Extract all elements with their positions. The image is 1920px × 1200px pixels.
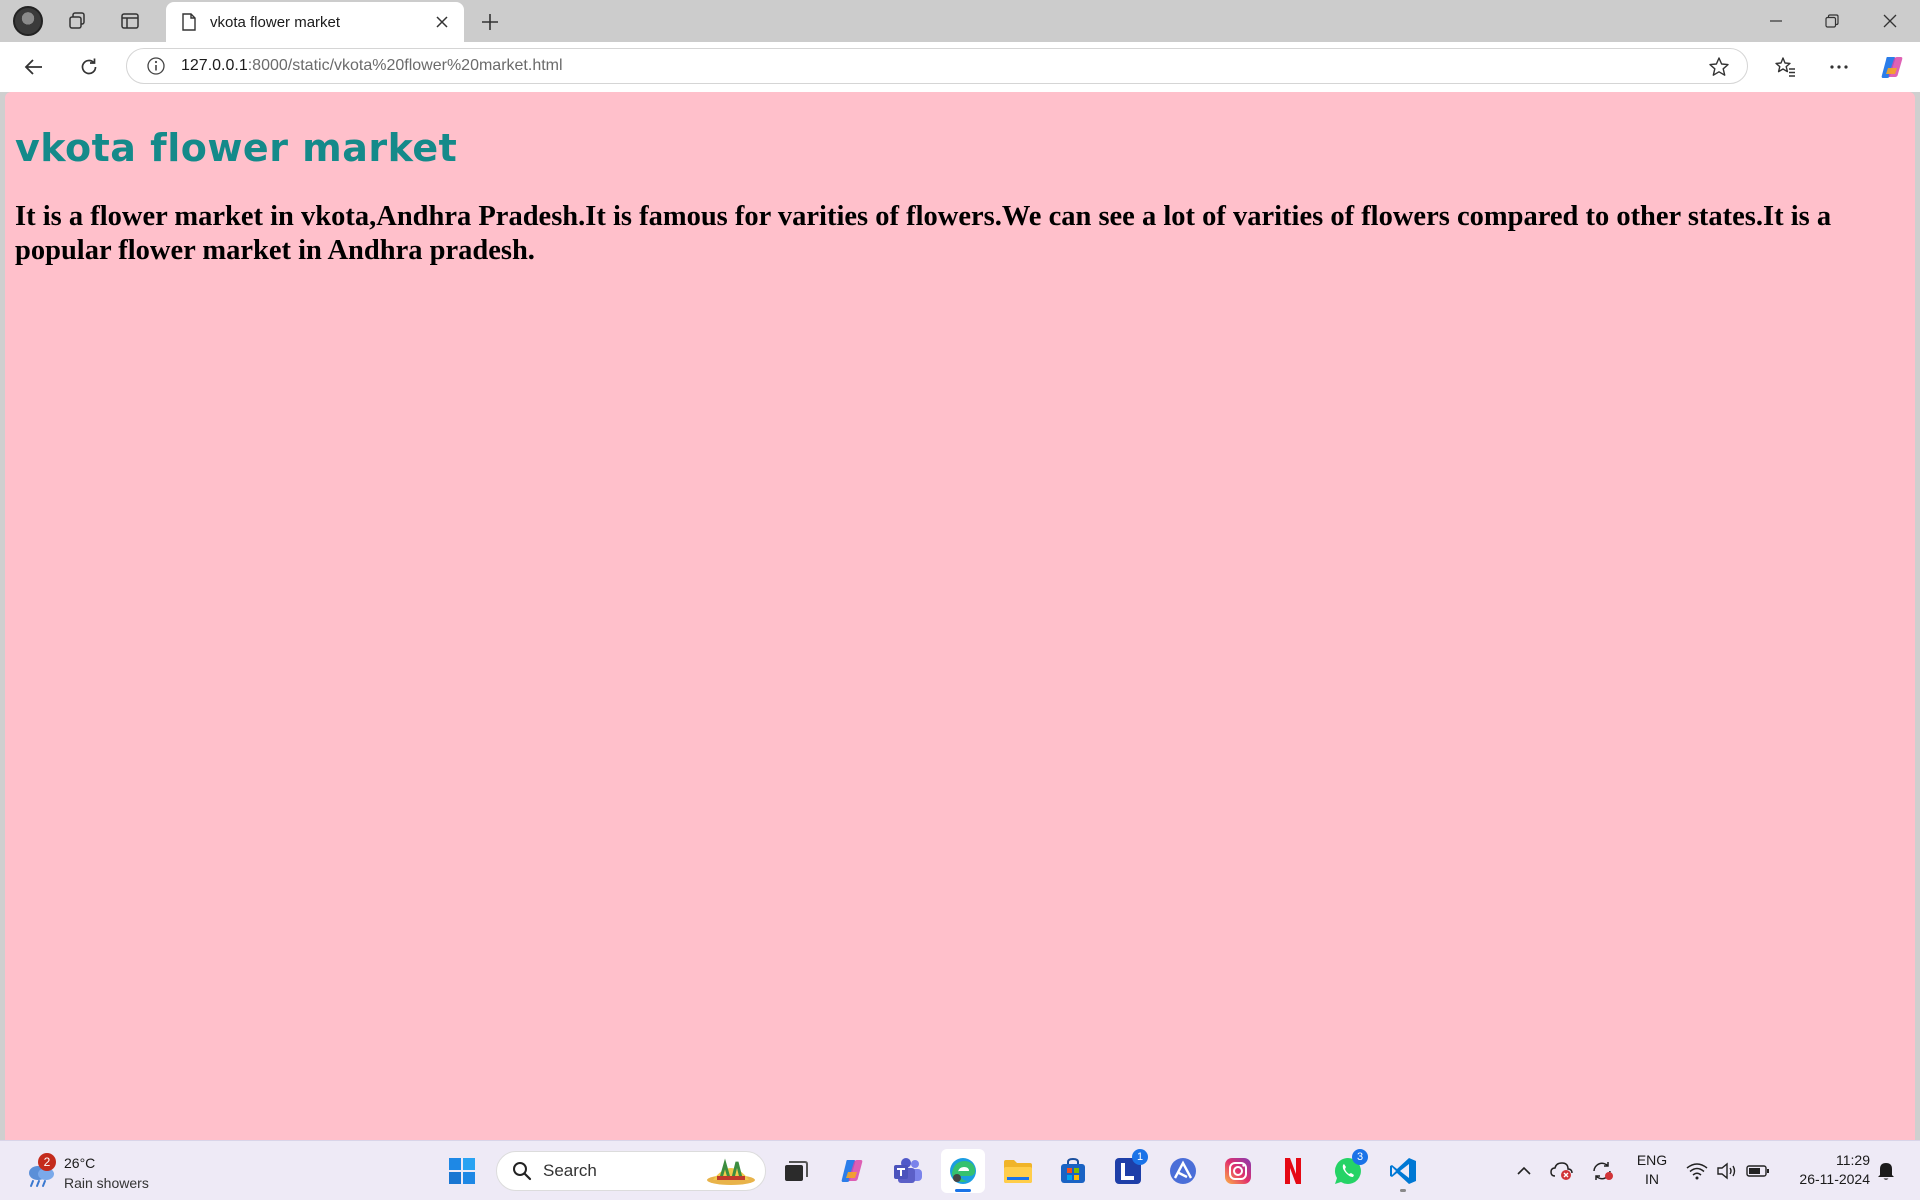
ellipsis-icon xyxy=(1830,65,1848,69)
new-tab-button[interactable] xyxy=(474,6,506,38)
volume-tray-button[interactable] xyxy=(1714,1149,1740,1193)
minimize-button[interactable] xyxy=(1748,0,1804,42)
task-view-button[interactable] xyxy=(774,1149,818,1193)
close-icon xyxy=(1883,14,1897,28)
restore-button[interactable] xyxy=(1804,0,1860,42)
notifications-button[interactable] xyxy=(1874,1149,1898,1193)
taskbar-search[interactable]: Search xyxy=(496,1151,766,1191)
sync-tray-button[interactable] xyxy=(1588,1149,1616,1193)
url-path: :8000/static/vkota%20flower%20market.htm… xyxy=(247,57,563,74)
start-button[interactable] xyxy=(440,1149,484,1193)
store-icon xyxy=(1061,1157,1085,1183)
search-icon xyxy=(511,1160,533,1182)
sync-icon xyxy=(1593,1162,1613,1180)
whatsapp-badge: 3 xyxy=(1352,1149,1368,1165)
close-icon xyxy=(436,16,448,28)
clock-date: 26-11-2024 xyxy=(1799,1171,1870,1187)
avatar xyxy=(13,6,43,36)
copilot-icon xyxy=(1881,57,1903,78)
speaker-icon xyxy=(1717,1162,1736,1180)
workspaces-button[interactable] xyxy=(59,4,95,38)
instagram-icon xyxy=(1225,1158,1251,1184)
vscode-icon xyxy=(1390,1158,1416,1184)
windows-start-icon xyxy=(449,1158,475,1184)
netflix-button[interactable] xyxy=(1271,1149,1315,1193)
region-code: IN xyxy=(1645,1171,1659,1187)
document-icon xyxy=(180,12,198,32)
instagram-button[interactable] xyxy=(1216,1149,1260,1193)
search-label: Search xyxy=(543,1161,597,1180)
wifi-icon xyxy=(1686,1163,1708,1180)
favorites-icon xyxy=(1775,57,1795,77)
refresh-icon xyxy=(81,58,97,75)
arrow-left-icon xyxy=(24,59,42,75)
tab-title: vkota flower market xyxy=(210,13,341,31)
tab-actions-icon xyxy=(121,13,139,29)
file-explorer-button[interactable] xyxy=(996,1149,1040,1193)
browser-toolbar: 127.0.0.1:8000/static/vkota%20flower%20m… xyxy=(0,42,1920,92)
site-info-icon[interactable] xyxy=(145,55,167,77)
clock-time: 11:29 xyxy=(1836,1152,1870,1168)
url-host: 127.0.0.1 xyxy=(181,57,248,74)
taskbar: 2 26°C Rain showers Search 1 3 ENG IN 11… xyxy=(0,1140,1920,1200)
l-app-button[interactable]: 1 xyxy=(1106,1149,1150,1193)
teams-icon xyxy=(894,1158,922,1183)
chevron-up-icon xyxy=(1517,1166,1531,1175)
bell-icon xyxy=(1878,1163,1894,1180)
weather-widget[interactable]: 2 26°C Rain showers xyxy=(20,1149,190,1195)
favorites-button[interactable] xyxy=(1767,49,1803,85)
profile-button[interactable] xyxy=(10,4,46,38)
more-options-button[interactable] xyxy=(1821,49,1857,85)
plus-icon xyxy=(482,14,498,30)
language-indicator[interactable]: ENG IN xyxy=(1634,1151,1670,1189)
weather-temp: 26°C xyxy=(64,1155,96,1171)
folder-icon xyxy=(1004,1160,1032,1183)
wifi-tray-button[interactable] xyxy=(1684,1149,1710,1193)
language-code: ENG xyxy=(1636,1152,1668,1168)
cloud-error-icon xyxy=(1550,1162,1573,1180)
search-highlight-icon xyxy=(707,1158,755,1185)
task-view-icon xyxy=(785,1161,808,1181)
vertical-tabs-button[interactable] xyxy=(112,4,148,38)
netflix-icon xyxy=(1285,1158,1301,1184)
page-paragraph: It is a flower market in vkota,Andhra Pr… xyxy=(15,201,1832,266)
store-button[interactable] xyxy=(1051,1149,1095,1193)
vector-app-button[interactable] xyxy=(1161,1149,1205,1193)
address-bar[interactable]: 127.0.0.1:8000/static/vkota%20flower%20m… xyxy=(126,48,1748,84)
clock[interactable]: 11:29 26-11-2024 xyxy=(1780,1151,1870,1189)
workspaces-icon xyxy=(69,12,85,29)
url-text[interactable]: 127.0.0.1:8000/static/vkota%20flower%20m… xyxy=(181,57,563,75)
refresh-button[interactable] xyxy=(71,49,107,85)
copilot-icon xyxy=(841,1160,863,1182)
vscode-button[interactable] xyxy=(1381,1149,1425,1193)
copilot-button[interactable] xyxy=(1874,49,1910,85)
l-app-badge: 1 xyxy=(1132,1149,1148,1165)
edge-icon xyxy=(950,1158,976,1184)
close-window-button[interactable] xyxy=(1862,0,1918,42)
onedrive-tray-button[interactable] xyxy=(1548,1149,1576,1193)
page-viewport: vkota flower market It is a flower marke… xyxy=(5,92,1915,1140)
restore-icon xyxy=(1825,14,1839,28)
edge-button[interactable] xyxy=(941,1149,985,1193)
tab-strip: vkota flower market xyxy=(0,0,1920,42)
running-indicator xyxy=(1400,1189,1406,1192)
weather-condition: Rain showers xyxy=(64,1175,149,1191)
teams-button[interactable] xyxy=(886,1149,930,1193)
favorite-star-icon[interactable] xyxy=(1707,55,1731,79)
back-button[interactable] xyxy=(16,49,52,85)
page-heading: vkota flower market xyxy=(15,126,458,170)
whatsapp-button[interactable]: 3 xyxy=(1326,1149,1370,1193)
vector-app-icon xyxy=(1170,1158,1196,1184)
minimize-icon xyxy=(1770,20,1782,22)
show-hidden-icons-button[interactable] xyxy=(1512,1149,1536,1193)
weather-badge: 2 xyxy=(38,1153,56,1171)
active-indicator xyxy=(955,1189,971,1192)
battery-tray-button[interactable] xyxy=(1744,1149,1772,1193)
tab-active[interactable]: vkota flower market xyxy=(166,2,464,42)
copilot-taskbar-button[interactable] xyxy=(830,1149,874,1193)
tab-close-button[interactable] xyxy=(428,8,456,36)
battery-icon xyxy=(1746,1165,1769,1177)
